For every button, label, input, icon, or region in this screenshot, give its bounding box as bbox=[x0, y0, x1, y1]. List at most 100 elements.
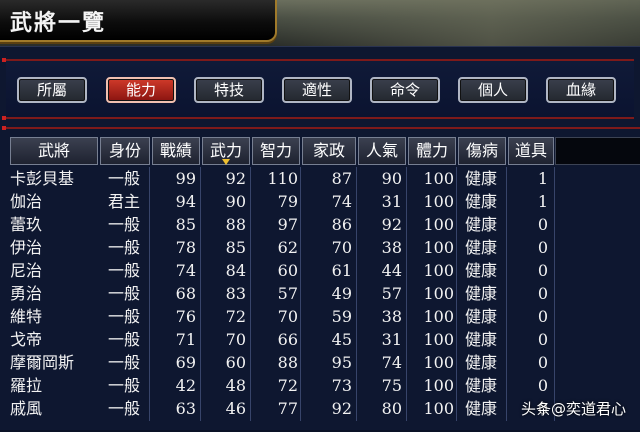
cell-stamina: 100 bbox=[423, 376, 454, 395]
cell-general: 伽治 bbox=[10, 192, 43, 211]
corner-mark bbox=[2, 58, 6, 62]
cell-general: 戚風 bbox=[10, 399, 43, 418]
table-row[interactable]: 勇治 一般 68 83 57 49 57 100 健康 0 bbox=[10, 282, 548, 305]
tab-skills[interactable]: 特技 bbox=[194, 77, 264, 103]
cell-politics: 61 bbox=[331, 261, 352, 280]
cell-merit: 69 bbox=[175, 353, 196, 372]
tab-aptitude[interactable]: 適性 bbox=[282, 77, 352, 103]
cell-general: 維特 bbox=[10, 307, 43, 326]
table-row[interactable]: 伽治 君主 94 90 79 74 31 100 健康 1 bbox=[10, 190, 548, 213]
cell-intelligence: 79 bbox=[277, 192, 298, 211]
cell-stamina: 100 bbox=[423, 399, 454, 418]
cell-charisma: 80 bbox=[381, 399, 402, 418]
header-filler bbox=[555, 137, 640, 165]
cell-injury: 健康 bbox=[464, 169, 497, 188]
cell-items: 0 bbox=[537, 284, 548, 303]
tab-bar: 所屬 能力 特技 適性 命令 個人 血緣 bbox=[2, 58, 634, 120]
general-table: 武將 身份 戰績 武力 智力 家政 人氣 體力 傷病 道具 卡彭貝基一般 99 92… bbox=[2, 126, 640, 432]
cell-charisma: 90 bbox=[381, 169, 402, 188]
cell-politics: 45 bbox=[331, 330, 352, 349]
cell-general: 卡彭貝基 bbox=[10, 169, 75, 188]
column-header-general[interactable]: 武將 bbox=[10, 137, 98, 165]
cell-merit: 78 bbox=[175, 238, 196, 257]
cell-charisma: 92 bbox=[381, 215, 402, 234]
cell-injury: 健康 bbox=[464, 284, 497, 303]
column-header-rank[interactable]: 身份 bbox=[100, 137, 150, 165]
cell-war: 85 bbox=[225, 238, 246, 257]
tab-personal[interactable]: 個人 bbox=[458, 77, 528, 103]
table-row[interactable]: 卡彭貝基 一般 99 92 110 87 90 100 健康 1 bbox=[10, 167, 548, 190]
tab-affiliation[interactable]: 所屬 bbox=[17, 77, 87, 103]
column-header-intelligence[interactable]: 智力 bbox=[252, 137, 300, 165]
cell-injury: 健康 bbox=[464, 192, 497, 211]
column-header-merit[interactable]: 戰績 bbox=[152, 137, 200, 165]
cell-general: 戈帝 bbox=[10, 330, 43, 349]
tab-lineage[interactable]: 血緣 bbox=[546, 77, 616, 103]
tab-ability[interactable]: 能力 bbox=[106, 77, 176, 103]
cell-injury: 健康 bbox=[464, 330, 497, 349]
cell-war: 60 bbox=[225, 353, 246, 372]
cell-items: 0 bbox=[537, 215, 548, 234]
tab-command[interactable]: 命令 bbox=[370, 77, 440, 103]
cell-stamina: 100 bbox=[423, 261, 454, 280]
table-row[interactable]: 維特 一般 76 72 70 59 38 100 健康 0 bbox=[10, 305, 548, 328]
cell-items: 1 bbox=[537, 169, 548, 188]
cell-injury: 健康 bbox=[464, 238, 497, 257]
cell-rank: 君主 bbox=[107, 192, 140, 211]
general-list-panel: 所屬 能力 特技 適性 命令 個人 血緣 武將 身份 戰績 武力 智力 家政 人… bbox=[0, 46, 640, 430]
cell-war: 83 bbox=[225, 284, 246, 303]
cell-items: 0 bbox=[537, 353, 548, 372]
cell-items: 0 bbox=[537, 261, 548, 280]
corner-mark bbox=[2, 116, 6, 120]
cell-merit: 99 bbox=[175, 169, 196, 188]
cell-injury: 健康 bbox=[464, 261, 497, 280]
cell-intelligence: 88 bbox=[277, 353, 298, 372]
cell-war: 46 bbox=[225, 399, 246, 418]
cell-politics: 59 bbox=[331, 307, 352, 326]
column-header-war[interactable]: 武力 bbox=[202, 137, 250, 165]
column-header-politics[interactable]: 家政 bbox=[302, 137, 356, 165]
cell-general: 蕾玖 bbox=[10, 215, 43, 234]
cell-merit: 85 bbox=[175, 215, 196, 234]
column-header-stamina[interactable]: 體力 bbox=[408, 137, 456, 165]
column-header-injury[interactable]: 傷病 bbox=[458, 137, 506, 165]
cell-general: 摩爾岡斯 bbox=[10, 353, 75, 372]
watermark: 头条@奕道君心 bbox=[520, 400, 626, 418]
column-header-items[interactable]: 道具 bbox=[508, 137, 554, 165]
cell-rank: 一般 bbox=[107, 376, 140, 395]
cell-general: 尼治 bbox=[10, 261, 43, 280]
column-header-charisma[interactable]: 人氣 bbox=[358, 137, 406, 165]
table-row[interactable]: 羅拉 一般 42 48 72 73 75 100 健康 0 bbox=[10, 374, 548, 397]
cell-rank: 一般 bbox=[107, 215, 140, 234]
corner-mark bbox=[2, 126, 6, 130]
table-row[interactable]: 尼治 一般 74 84 60 61 44 100 健康 0 bbox=[10, 259, 548, 282]
cell-politics: 92 bbox=[331, 399, 352, 418]
cell-items: 1 bbox=[537, 192, 548, 211]
cell-politics: 70 bbox=[331, 238, 352, 257]
column-divider bbox=[554, 167, 555, 421]
table-row[interactable]: 戚風 一般 63 46 77 92 80 100 健康 0 bbox=[10, 397, 548, 420]
cell-stamina: 100 bbox=[423, 284, 454, 303]
cell-intelligence: 97 bbox=[277, 215, 298, 234]
cell-stamina: 100 bbox=[423, 169, 454, 188]
cell-general: 伊治 bbox=[10, 238, 43, 257]
table-row[interactable]: 蕾玖 一般 85 88 97 86 92 100 健康 0 bbox=[10, 213, 548, 236]
cell-items: 0 bbox=[537, 330, 548, 349]
cell-charisma: 75 bbox=[381, 376, 402, 395]
cell-stamina: 100 bbox=[423, 307, 454, 326]
cell-items: 0 bbox=[537, 376, 548, 395]
cell-politics: 74 bbox=[331, 192, 352, 211]
cell-intelligence: 70 bbox=[277, 307, 298, 326]
cell-politics: 87 bbox=[331, 169, 352, 188]
table-row[interactable]: 摩爾岡斯 一般 69 60 88 95 74 100 健康 0 bbox=[10, 351, 548, 374]
cell-injury: 健康 bbox=[464, 353, 497, 372]
cell-rank: 一般 bbox=[107, 238, 140, 257]
cell-intelligence: 110 bbox=[267, 169, 298, 188]
table-row[interactable]: 戈帝 一般 71 70 66 45 31 100 健康 0 bbox=[10, 328, 548, 351]
cell-war: 72 bbox=[225, 307, 246, 326]
table-row[interactable]: 伊治 一般 78 85 62 70 38 100 健康 0 bbox=[10, 236, 548, 259]
cell-intelligence: 57 bbox=[277, 284, 298, 303]
cell-stamina: 100 bbox=[423, 192, 454, 211]
cell-charisma: 38 bbox=[381, 238, 402, 257]
cell-merit: 94 bbox=[175, 192, 196, 211]
